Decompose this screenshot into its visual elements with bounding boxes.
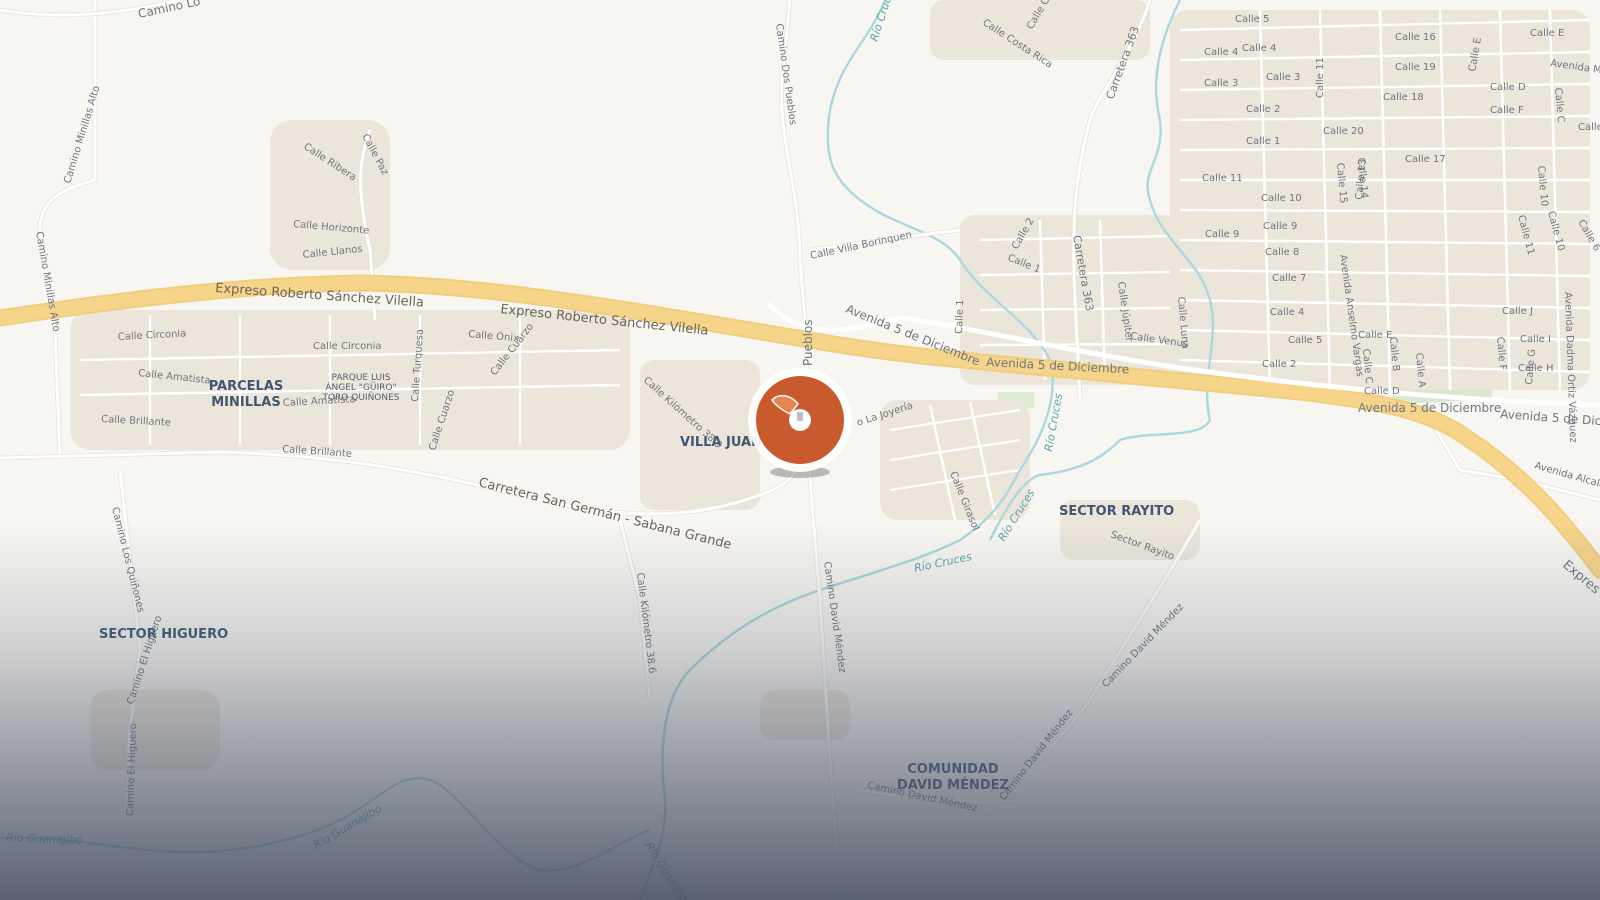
street-label: Calle 17 <box>1405 154 1446 165</box>
street-label: Calle 8 <box>1265 247 1299 258</box>
street-label: Calle 5 <box>1288 335 1322 346</box>
street-label: Calle 16 <box>1395 32 1436 43</box>
street-label: Calle 9 <box>1263 221 1297 232</box>
street-label: Calle 11 <box>1202 173 1243 184</box>
street-label: Calle E <box>1530 28 1564 39</box>
street-label: Calle 4 <box>1270 307 1304 318</box>
neighborhood-label: SECTOR HIGUERO <box>99 627 228 642</box>
street-label: Calle Circonia <box>313 341 382 352</box>
street-label: Calle 2 <box>1246 104 1280 115</box>
river-label: Río Guanajibo <box>6 831 83 847</box>
street-label: Calle 10 <box>1261 193 1302 204</box>
street-label: Calle 18 <box>1383 92 1424 103</box>
street-label: Calle 1 <box>954 299 966 334</box>
street-label: Calle 3 <box>1266 72 1300 83</box>
street-label: Calle J <box>1502 306 1533 317</box>
highway-label: Avenida 5 de Diciembre <box>1358 401 1501 415</box>
street-label: Calle 7 <box>1272 273 1306 284</box>
neighborhood-label: PARCELAS <box>209 379 284 394</box>
street-label: Calle 3 <box>1204 78 1238 89</box>
street-label: Calle I <box>1520 334 1551 345</box>
street-label: Calle <box>1578 122 1600 133</box>
map-view[interactable]: Expreso Roberto Sánchez Vilella Expreso … <box>0 0 1600 900</box>
neighborhood-label: COMUNIDAD <box>907 762 999 777</box>
street-label: Calle 20 <box>1323 126 1364 137</box>
street-label: Pueblos <box>801 319 815 366</box>
park-label-line: ÁNGEL "GÜIRO" <box>325 381 396 393</box>
street-label: Calle 2 <box>1262 359 1296 370</box>
street-label: Calle D <box>1364 386 1400 397</box>
street-label: Calle 11 <box>1315 57 1326 98</box>
park-label-line: PARQUE LUIS <box>331 373 390 383</box>
street-label: Calle F <box>1490 105 1524 116</box>
street-label: Calle 4 <box>1204 47 1238 58</box>
neighborhood-label: SECTOR RAYITO <box>1059 504 1174 519</box>
map-canvas[interactable]: Expreso Roberto Sánchez Vilella Expreso … <box>0 0 1600 900</box>
street-label: Calle 1 <box>1246 136 1280 147</box>
street-label: Calle E <box>1358 330 1392 341</box>
street-label: Calle 5 <box>1235 14 1269 25</box>
street-label: Calle 19 <box>1395 62 1436 73</box>
street-label: Calle 9 <box>1205 229 1239 240</box>
street-label: Calle D <box>1490 82 1526 93</box>
neighborhood-label: MINILLAS <box>211 395 280 410</box>
street-label: Calle 4 <box>1242 43 1276 54</box>
